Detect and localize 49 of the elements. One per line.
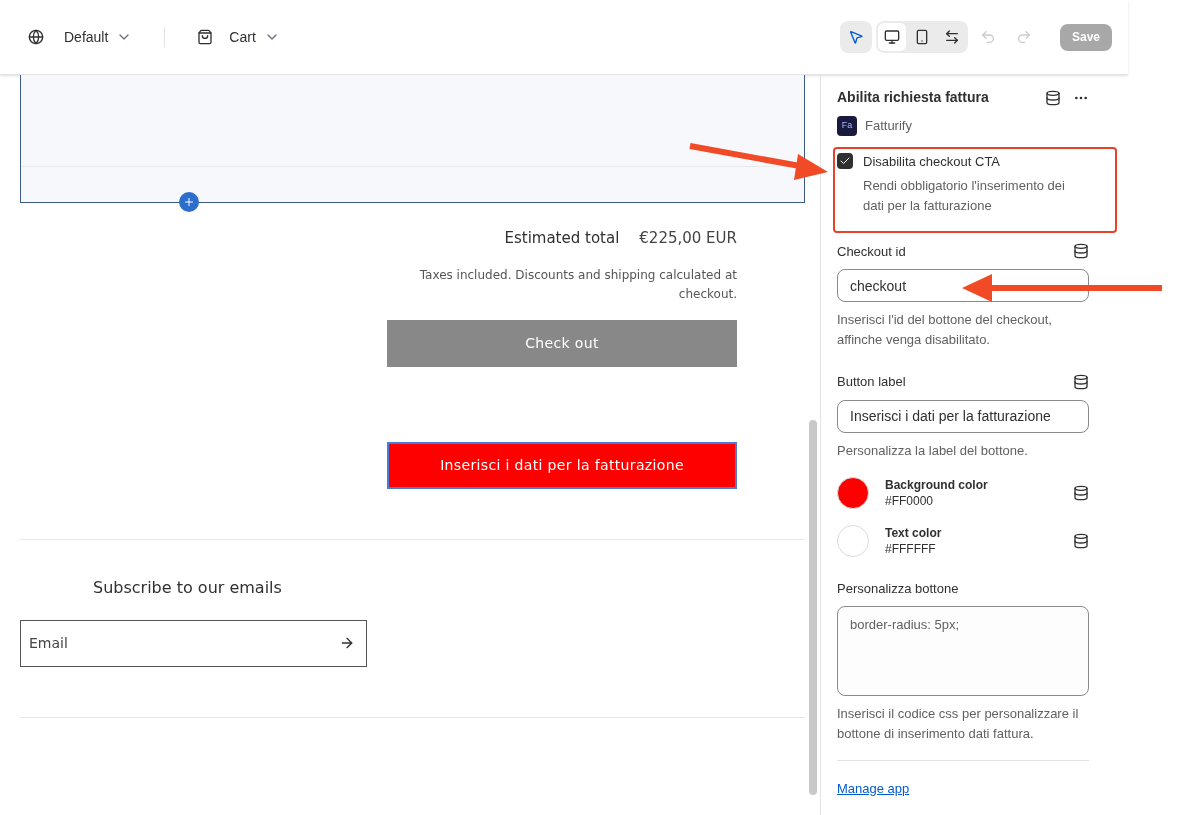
total-label: Estimated total: [504, 228, 620, 249]
field-label: Personalizza bottone: [837, 579, 960, 598]
inspector-button[interactable]: [839, 21, 872, 53]
color-label: Background color: [885, 476, 988, 493]
database-icon[interactable]: [1073, 243, 1089, 260]
checkout-button[interactable]: Check out: [387, 319, 737, 367]
pointer-icon: [847, 29, 864, 45]
template-selector[interactable]: Cart: [225, 21, 284, 53]
manage-app-link[interactable]: Manage app: [837, 779, 1089, 799]
bag-icon: [197, 29, 214, 45]
database-icon[interactable]: [1073, 484, 1089, 501]
arrows-icon: [943, 29, 960, 45]
total-value: €225,00 EUR: [639, 228, 737, 249]
color-swatch[interactable]: [837, 524, 869, 557]
color-value: #FF0000: [885, 492, 935, 509]
scrollbar-thumb[interactable]: [808, 420, 817, 795]
desktop-view-button[interactable]: [877, 23, 906, 51]
tax-note: Taxes included. Discounts and shipping calculated at checkout.: [418, 266, 737, 303]
block-title: Abilita richiesta fattura: [837, 88, 989, 107]
field-help: Inserisci l'id del bottone del checkout, affinche venga disabilitato.: [837, 311, 1053, 349]
database-icon[interactable]: [1073, 373, 1089, 390]
globe-icon: [28, 29, 44, 45]
check-icon: [839, 155, 851, 167]
field-help: Personalizza la label del bottone.: [837, 441, 1029, 460]
app-logo: Fa: [837, 116, 857, 136]
plus-icon: [183, 196, 195, 208]
text-field[interactable]: checkout: [837, 269, 1089, 302]
text-field[interactable]: Inserisci i dati per la fatturazione: [837, 399, 1089, 433]
checkbox-label: Disabilita checkout CTA: [863, 153, 1002, 171]
color-value: #FFFFFF: [885, 540, 937, 557]
color-label: Text color: [885, 524, 942, 541]
field-label: Checkout id: [837, 242, 906, 261]
newsletter-heading: Subscribe to our emails: [93, 576, 283, 599]
field-label: Button label: [837, 373, 906, 391]
checkbox-description: Rendi obbligatorio l'inserimento dei dati per la fatturazione: [863, 176, 1066, 215]
add-section-button[interactable]: [179, 192, 199, 212]
theme-selector[interactable]: Default: [56, 21, 141, 53]
checkbox[interactable]: [837, 153, 853, 169]
redo-icon: [1015, 29, 1032, 45]
app-name: Fatturify: [865, 117, 912, 136]
color-swatch[interactable]: [837, 476, 869, 509]
undo-icon: [979, 29, 996, 45]
database-icon[interactable]: [1073, 532, 1089, 549]
email-field[interactable]: Email: [20, 619, 367, 667]
monitor-icon: [883, 29, 900, 45]
css-textarea[interactable]: border-radius: 5px;: [837, 606, 1089, 696]
invoice-button[interactable]: Inserisci i dati per la fatturazione: [387, 441, 737, 489]
database-icon[interactable]: [1045, 89, 1061, 106]
field-help: Inserisci il codice css per personalizzare il bottone di inserimento dati fattura.: [837, 705, 1080, 743]
